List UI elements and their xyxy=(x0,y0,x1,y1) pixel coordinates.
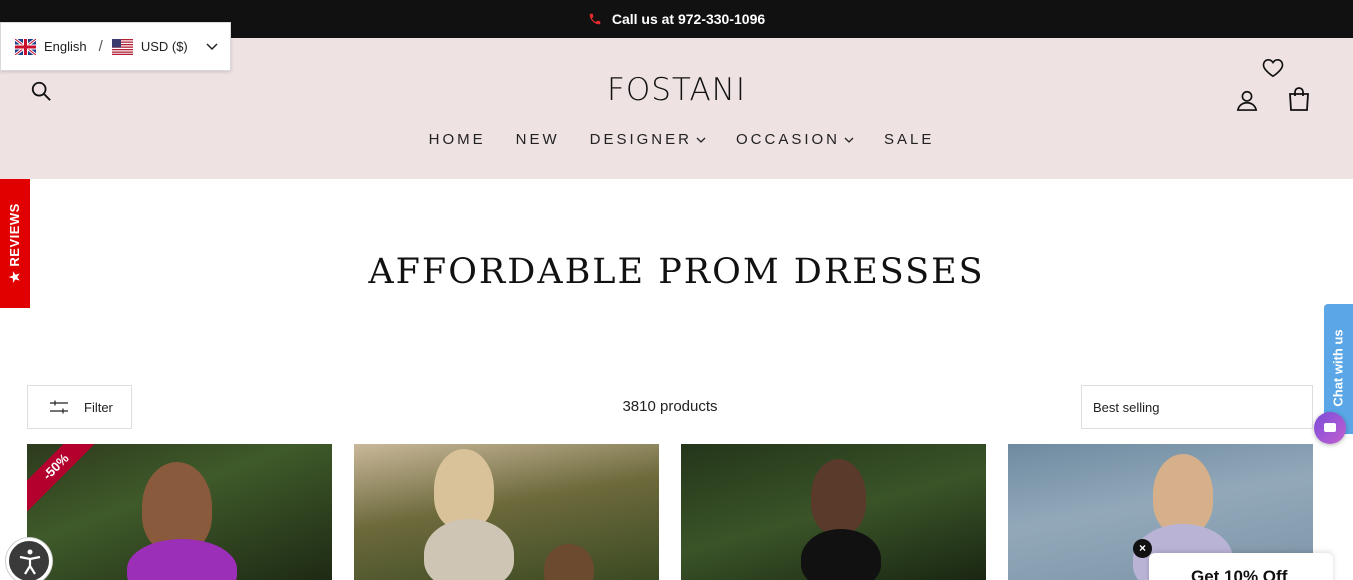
locale-selector[interactable]: English / USD ($) xyxy=(0,22,231,71)
site-logo[interactable]: FOSTANI xyxy=(0,72,1353,108)
nav-item-designer[interactable]: DESIGNER xyxy=(590,131,706,148)
chevron-down-icon xyxy=(696,137,706,143)
currency-label: USD ($) xyxy=(140,39,188,54)
nav-item-occasion[interactable]: OCCASION xyxy=(736,131,854,148)
sale-badge: -50% xyxy=(27,444,103,514)
announcement-text[interactable]: Call us at 972-330-1096 xyxy=(612,11,765,27)
nav-label: OCCASION xyxy=(735,131,840,148)
main-nav: HOME NEW DESIGNER OCCASION SALE xyxy=(0,131,1353,148)
chat-label: Chat with us xyxy=(1330,329,1346,407)
product-image xyxy=(127,539,237,580)
nav-label: SALE xyxy=(884,131,935,148)
chevron-down-icon xyxy=(206,42,218,50)
nav-label: NEW xyxy=(515,131,560,148)
product-card[interactable] xyxy=(681,444,986,580)
promo-popup[interactable]: Get 10% Off xyxy=(1149,553,1333,580)
product-image xyxy=(424,519,514,580)
nav-item-new[interactable]: NEW xyxy=(516,131,560,148)
close-icon[interactable]: × xyxy=(1133,539,1152,558)
chevron-down-icon xyxy=(844,137,854,143)
product-image xyxy=(801,529,881,580)
nav-item-sale[interactable]: SALE xyxy=(884,131,934,148)
page-title: AFFORDABLE PROM DRESSES xyxy=(368,252,985,292)
uk-flag-icon xyxy=(15,38,36,55)
accessibility-button[interactable] xyxy=(6,538,52,580)
locale-separator: / xyxy=(98,38,103,55)
account-icon[interactable] xyxy=(1236,89,1258,111)
promo-text: Get 10% Off xyxy=(1191,567,1288,580)
us-flag-icon xyxy=(111,38,133,55)
language-label: English xyxy=(44,39,87,54)
product-card[interactable]: -50% xyxy=(27,444,332,580)
nav-label: HOME xyxy=(428,131,486,148)
phone-icon xyxy=(589,13,601,25)
chat-bubble-icon[interactable] xyxy=(1314,412,1346,444)
sort-select[interactable]: Best selling xyxy=(1081,385,1313,429)
cart-bag-icon[interactable] xyxy=(1288,87,1310,111)
sort-value: Best selling xyxy=(1093,399,1160,415)
nav-label: DESIGNER xyxy=(589,131,692,148)
nav-item-home[interactable]: HOME xyxy=(429,131,486,148)
product-card[interactable] xyxy=(354,444,659,580)
product-image xyxy=(434,449,494,529)
product-image xyxy=(1153,454,1213,534)
wishlist-heart-icon[interactable] xyxy=(1262,58,1284,78)
product-image xyxy=(811,459,866,534)
product-image xyxy=(544,544,594,580)
accessibility-icon xyxy=(19,549,41,575)
